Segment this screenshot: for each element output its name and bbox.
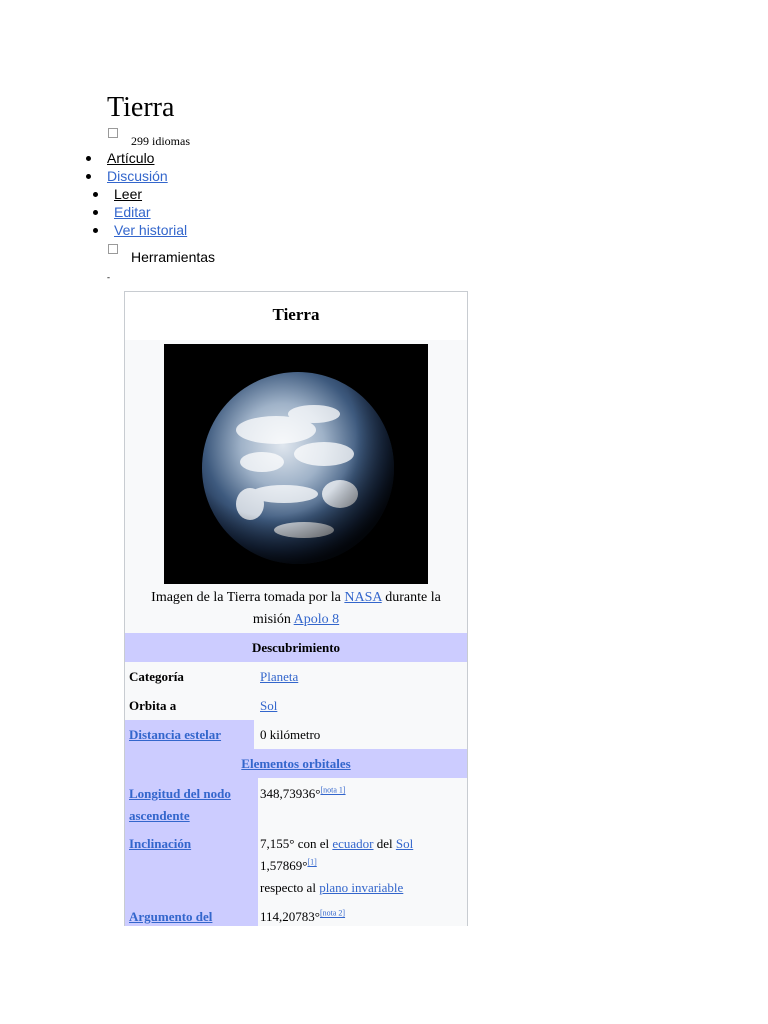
tools-menu[interactable]: Herramientas xyxy=(108,244,215,265)
language-checkbox[interactable] xyxy=(108,128,118,138)
tab-discussion[interactable]: Discusión xyxy=(86,167,168,185)
row-longitud: Longitud del nodo ascendente 348,73936°[… xyxy=(125,778,467,829)
tools-checkbox[interactable] xyxy=(108,244,118,254)
tab-article[interactable]: Artículo xyxy=(86,149,168,167)
language-count[interactable]: 299 idiomas xyxy=(131,134,190,148)
infobox: Tierra Imagen de la Tierra tomada por la… xyxy=(124,291,468,926)
page-title: Tierra xyxy=(107,92,175,123)
nasa-link[interactable]: NASA xyxy=(344,590,381,605)
row-categoria: Categoría Planeta xyxy=(129,669,299,684)
tab-read[interactable]: Leer xyxy=(92,185,187,203)
infobox-title: Tierra xyxy=(125,292,467,340)
earth-image[interactable] xyxy=(164,344,428,584)
row-distancia: Distancia estelar 0 kilómetro xyxy=(125,720,467,749)
elementos-orbitales-link[interactable]: Elementos orbitales xyxy=(241,756,350,771)
sol-link[interactable]: Sol xyxy=(260,698,277,713)
view-tabs: Leer Editar Ver historial xyxy=(92,185,187,239)
row-argumento: Argumento del 114,20783°[nota 2] xyxy=(125,899,467,926)
tab-history[interactable]: Ver historial xyxy=(92,221,187,239)
row-orbita: Orbita a Sol xyxy=(129,698,278,713)
ecuador-link[interactable]: ecuador xyxy=(332,836,373,851)
tools-label[interactable]: Herramientas xyxy=(131,249,215,265)
plano-invariable-link[interactable]: plano invariable xyxy=(319,880,403,895)
distancia-estelar-link[interactable]: Distancia estelar xyxy=(129,727,221,742)
inclinacion-link[interactable]: Inclinación xyxy=(129,836,191,851)
sol-link-2[interactable]: Sol xyxy=(396,836,413,851)
apolo8-link[interactable]: Apolo 8 xyxy=(294,612,340,627)
ref1-link[interactable]: [1] xyxy=(307,858,316,867)
language-selector[interactable]: 299 idiomas xyxy=(108,127,190,148)
earth-globe-icon xyxy=(164,344,428,584)
row-inclinacion: Inclinación 7,155° con el ecuador del So… xyxy=(125,829,467,899)
section-discovery-header: Descubrimiento xyxy=(125,633,467,662)
marker-dash: - xyxy=(107,272,110,282)
namespace-tabs: Artículo Discusión xyxy=(86,149,168,185)
section-orbital-header: Elementos orbitales xyxy=(125,749,467,778)
tab-edit[interactable]: Editar xyxy=(92,203,187,221)
image-caption: Imagen de la Tierra tomada por la NASA d… xyxy=(151,590,441,627)
longitud-link[interactable]: Longitud del nodo ascendente xyxy=(129,786,231,823)
nota2-link[interactable]: [nota 2] xyxy=(320,909,345,918)
planeta-link[interactable]: Planeta xyxy=(260,669,298,684)
nota1-link[interactable]: [nota 1] xyxy=(320,786,345,795)
argumento-link[interactable]: Argumento del xyxy=(129,909,212,924)
